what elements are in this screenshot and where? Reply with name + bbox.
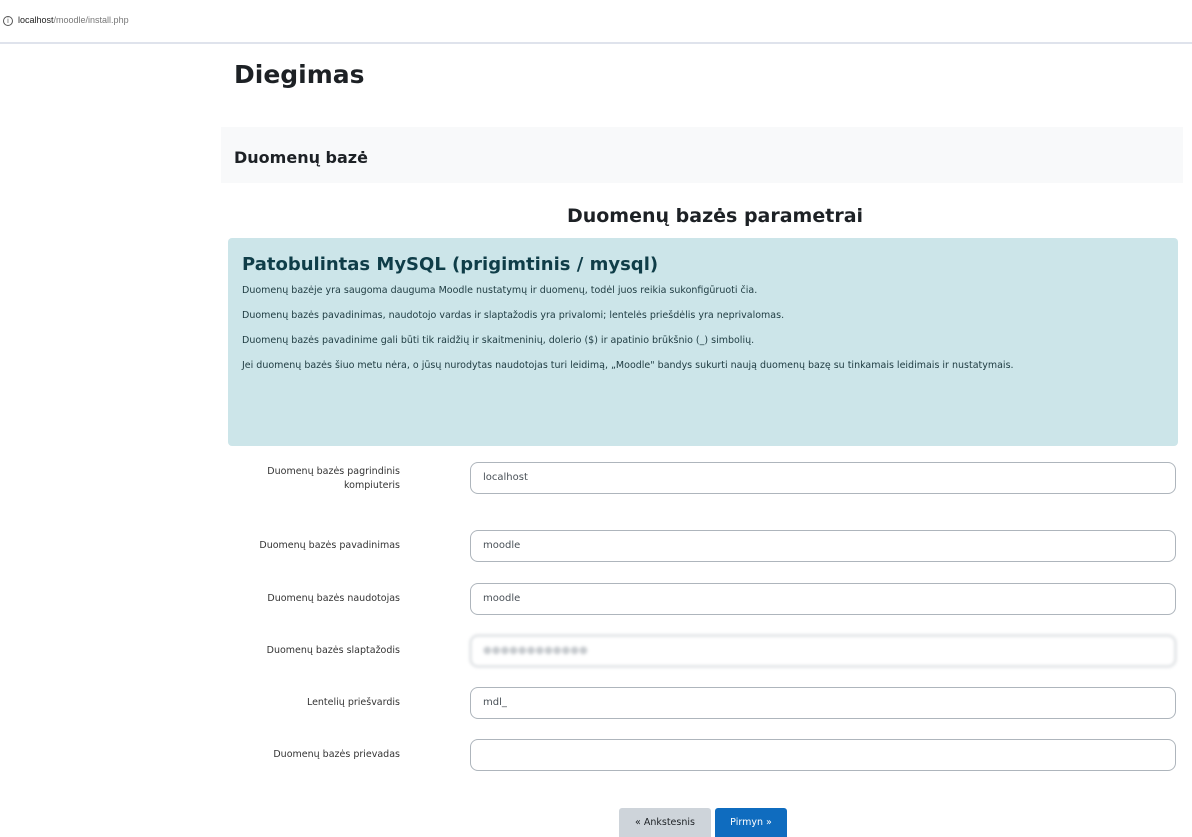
- info-paragraph: Duomenų bazėje yra saugoma dauguma Moodl…: [242, 285, 758, 296]
- section-header: Duomenų bazė: [221, 127, 1183, 183]
- db-user-input[interactable]: moodle: [470, 583, 1176, 615]
- next-button[interactable]: Pirmyn »: [715, 808, 787, 837]
- form-row-name: Duomenų bazės pavadinimas moodle: [228, 530, 1178, 562]
- db-name-input[interactable]: moodle: [470, 530, 1176, 562]
- info-paragraph: Duomenų bazės pavadinimas, naudotojo var…: [242, 310, 785, 321]
- info-circle-icon[interactable]: i: [3, 16, 13, 26]
- info-box: Patobulintas MySQL (prigimtinis / mysql)…: [228, 238, 1178, 446]
- db-password-input[interactable]: ●●●●●●●●●●●●: [470, 635, 1176, 667]
- db-host-input[interactable]: localhost: [470, 462, 1176, 494]
- info-paragraph: Duomenų bazės pavadinime gali būti tik r…: [242, 335, 755, 346]
- address-bar[interactable]: i localhost/moodle/install.php: [0, 0, 1192, 44]
- db-port-label: Duomenų bazės prievadas: [273, 749, 400, 760]
- db-port-input[interactable]: [470, 739, 1176, 771]
- db-name-label: Duomenų bazės pavadinimas: [259, 540, 400, 551]
- db-user-label: Duomenų bazės naudotojas: [267, 593, 400, 604]
- db-prefix-label: Lentelių priešvardis: [306, 697, 400, 708]
- url-path: /moodle/install.php: [53, 15, 129, 25]
- form-row-password: Duomenų bazės slaptažodis ●●●●●●●●●●●●: [228, 635, 1178, 667]
- form-row-user: Duomenų bazės naudotojas moodle: [228, 583, 1178, 615]
- db-host-label: Duomenų bazės pagrindinis kompiuteris: [267, 466, 400, 491]
- db-prefix-input[interactable]: mdl_: [470, 687, 1176, 719]
- page-title: Diegimas: [234, 60, 365, 89]
- form-row-prefix: Lentelių priešvardis mdl_: [228, 687, 1178, 719]
- form-row-host: Duomenų bazės pagrindinis kompiuteris lo…: [228, 462, 1178, 494]
- info-paragraph: Jei duomenų bazės šiuo metu nėra, o jūsų…: [242, 360, 1014, 371]
- section-title: Duomenų bazė: [234, 148, 368, 167]
- form-row-port: Duomenų bazės prievadas: [228, 739, 1178, 771]
- db-password-label: Duomenų bazės slaptažodis: [266, 645, 400, 656]
- info-box-title: Patobulintas MySQL (prigimtinis / mysql): [242, 254, 659, 275]
- url-text[interactable]: localhost/moodle/install.php: [18, 15, 129, 25]
- url-host: localhost: [18, 15, 54, 25]
- previous-button[interactable]: « Ankstesnis: [619, 808, 711, 837]
- params-title: Duomenų bazės parametrai: [566, 205, 864, 227]
